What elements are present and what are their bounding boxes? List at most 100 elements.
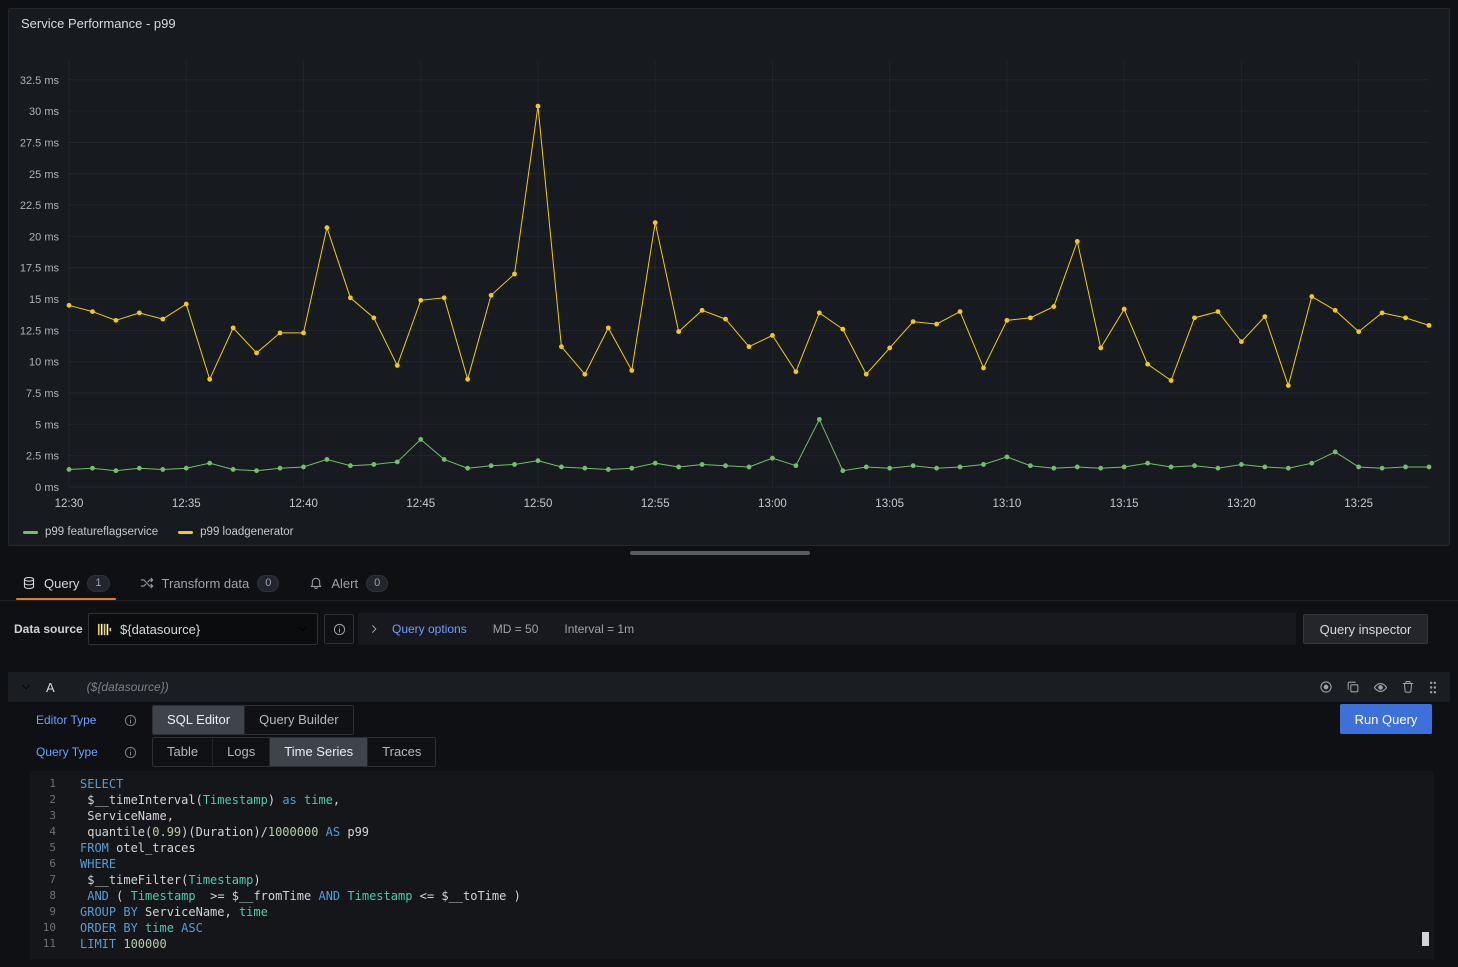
svg-text:13:25: 13:25 — [1344, 498, 1373, 510]
code-line[interactable]: 11LIMIT 100000 — [30, 936, 1434, 952]
editor-type-query-builder[interactable]: Query Builder — [245, 706, 352, 734]
svg-text:32.5 ms: 32.5 ms — [20, 75, 60, 87]
code-line[interactable]: 2 $__timeInterval(Timestamp) as time, — [30, 792, 1434, 808]
svg-text:13:00: 13:00 — [758, 498, 787, 510]
code-line[interactable]: 4 quantile(0.99)(Duration)/1000000 AS p9… — [30, 824, 1434, 840]
editor-type-sql-editor[interactable]: SQL Editor — [153, 706, 245, 734]
legend-item-loadgenerator[interactable]: p99 loadgenerator — [178, 526, 293, 538]
svg-text:12:45: 12:45 — [406, 498, 435, 510]
chevron-down-icon — [297, 623, 309, 635]
line-number: 1 — [30, 776, 56, 792]
code-line[interactable]: 8 AND ( Timestamp >= $__fromTime AND Tim… — [30, 888, 1434, 904]
code-lines: 1SELECT2 $__timeInterval(Timestamp) as t… — [30, 776, 1434, 952]
tab-badge: 0 — [366, 575, 388, 592]
query-options-header[interactable]: Query options MD = 50 Interval = 1m — [358, 613, 1296, 645]
code-line[interactable]: 3 ServiceName, — [30, 808, 1434, 824]
horizontal-scrollbar-thumb[interactable] — [630, 551, 810, 555]
editor-tabs: Query 1 Transform data 0 Alert 0 — [10, 566, 400, 600]
svg-text:13:05: 13:05 — [875, 498, 904, 510]
svg-text:13:20: 13:20 — [1227, 498, 1256, 510]
code-line[interactable]: 1SELECT — [30, 776, 1434, 792]
legend-item-featureflagservice[interactable]: p99 featureflagservice — [23, 526, 158, 538]
tab-alert[interactable]: Alert 0 — [297, 566, 400, 600]
copy-icon[interactable] — [1346, 680, 1360, 694]
tab-label: Query — [44, 576, 79, 591]
line-number: 3 — [30, 808, 56, 824]
tabs-divider — [0, 600, 1458, 601]
query-type-toggle: Table Logs Time Series Traces — [152, 737, 436, 767]
clickhouse-logo-icon — [97, 622, 112, 637]
query-ref-id: A — [46, 680, 55, 695]
line-number: 8 — [30, 888, 56, 904]
record-circle-icon[interactable] — [1319, 680, 1333, 694]
editor-type-label: Editor Type — [36, 713, 124, 727]
datasource-value: ${datasource} — [120, 622, 289, 637]
panel-title[interactable]: Service Performance - p99 — [9, 9, 1449, 39]
svg-text:27.5 ms: 27.5 ms — [20, 137, 60, 149]
info-circle-icon[interactable] — [124, 714, 137, 727]
sql-code-editor[interactable]: 1SELECT2 $__timeInterval(Timestamp) as t… — [30, 771, 1434, 959]
tab-label: Transform data — [162, 576, 250, 591]
svg-text:25 ms: 25 ms — [29, 169, 59, 181]
tab-badge: 1 — [87, 575, 109, 592]
code-line[interactable]: 10ORDER BY time ASC — [30, 920, 1434, 936]
code-line[interactable]: 9GROUP BY ServiceName, time — [30, 904, 1434, 920]
query-type-table[interactable]: Table — [153, 738, 213, 766]
svg-text:12:40: 12:40 — [289, 498, 318, 510]
line-number: 2 — [30, 792, 56, 808]
svg-text:0 ms: 0 ms — [35, 482, 59, 494]
datasource-label: Data source — [14, 613, 83, 645]
query-inspector-button[interactable]: Query inspector — [1303, 614, 1428, 644]
database-icon — [22, 576, 36, 590]
svg-text:12.5 ms: 12.5 ms — [20, 325, 60, 337]
code-line[interactable]: 5FROM otel_traces — [30, 840, 1434, 856]
editor-type-label-row: Editor Type — [36, 705, 137, 735]
svg-text:22.5 ms: 22.5 ms — [20, 200, 60, 212]
tab-query[interactable]: Query 1 — [10, 566, 122, 600]
overview-ruler-cursor-marker — [1422, 932, 1429, 946]
chevron-down-icon — [20, 681, 32, 693]
svg-text:12:30: 12:30 — [55, 498, 84, 510]
line-number: 7 — [30, 872, 56, 888]
svg-text:15 ms: 15 ms — [29, 294, 59, 306]
timeseries-panel: Service Performance - p99 0 ms2.5 ms5 ms… — [8, 8, 1450, 546]
query-type-logs[interactable]: Logs — [213, 738, 270, 766]
tab-transform-data[interactable]: Transform data 0 — [128, 566, 292, 600]
tab-label: Alert — [331, 576, 358, 591]
line-number: 6 — [30, 856, 56, 872]
legend-swatch-yellow — [178, 531, 193, 534]
svg-text:12:50: 12:50 — [524, 498, 553, 510]
svg-text:12:55: 12:55 — [641, 498, 670, 510]
code-line[interactable]: 7 $__timeFilter(Timestamp) — [30, 872, 1434, 888]
line-number: 11 — [30, 936, 56, 952]
legend-label: p99 loadgenerator — [200, 526, 293, 538]
drag-handle-icon[interactable] — [1428, 680, 1438, 695]
chart-legend: p99 featureflagservice p99 loadgenerator — [23, 526, 294, 538]
run-query-button[interactable]: Run Query — [1340, 704, 1432, 734]
angle-right-icon — [368, 623, 380, 635]
svg-text:13:10: 13:10 — [993, 498, 1022, 510]
info-circle-icon[interactable] — [124, 746, 137, 759]
query-row-header[interactable]: A (${datasource}) — [8, 672, 1450, 702]
legend-swatch-green — [23, 531, 38, 534]
svg-text:5 ms: 5 ms — [35, 419, 59, 431]
svg-text:12:35: 12:35 — [172, 498, 201, 510]
shuffle-icon — [140, 576, 154, 590]
editor-type-toggle: SQL Editor Query Builder — [152, 705, 354, 735]
tab-badge: 0 — [257, 575, 279, 592]
query-type-label-row: Query Type — [36, 737, 137, 767]
max-data-points-value: MD = 50 — [493, 622, 539, 636]
interval-value: Interval = 1m — [564, 622, 634, 636]
code-line[interactable]: 6WHERE — [30, 856, 1434, 872]
query-type-traces[interactable]: Traces — [368, 738, 435, 766]
timeseries-chart: 0 ms2.5 ms5 ms7.5 ms10 ms12.5 ms15 ms17.… — [9, 39, 1449, 519]
query-row-actions — [1319, 680, 1438, 695]
svg-text:30 ms: 30 ms — [29, 106, 59, 118]
datasource-picker[interactable]: ${datasource} — [88, 613, 318, 645]
eye-icon[interactable] — [1373, 680, 1388, 695]
query-type-time-series[interactable]: Time Series — [270, 738, 368, 766]
query-options-label: Query options — [392, 622, 467, 636]
svg-text:20 ms: 20 ms — [29, 231, 59, 243]
trash-icon[interactable] — [1401, 680, 1415, 694]
datasource-info-button[interactable] — [324, 614, 354, 644]
